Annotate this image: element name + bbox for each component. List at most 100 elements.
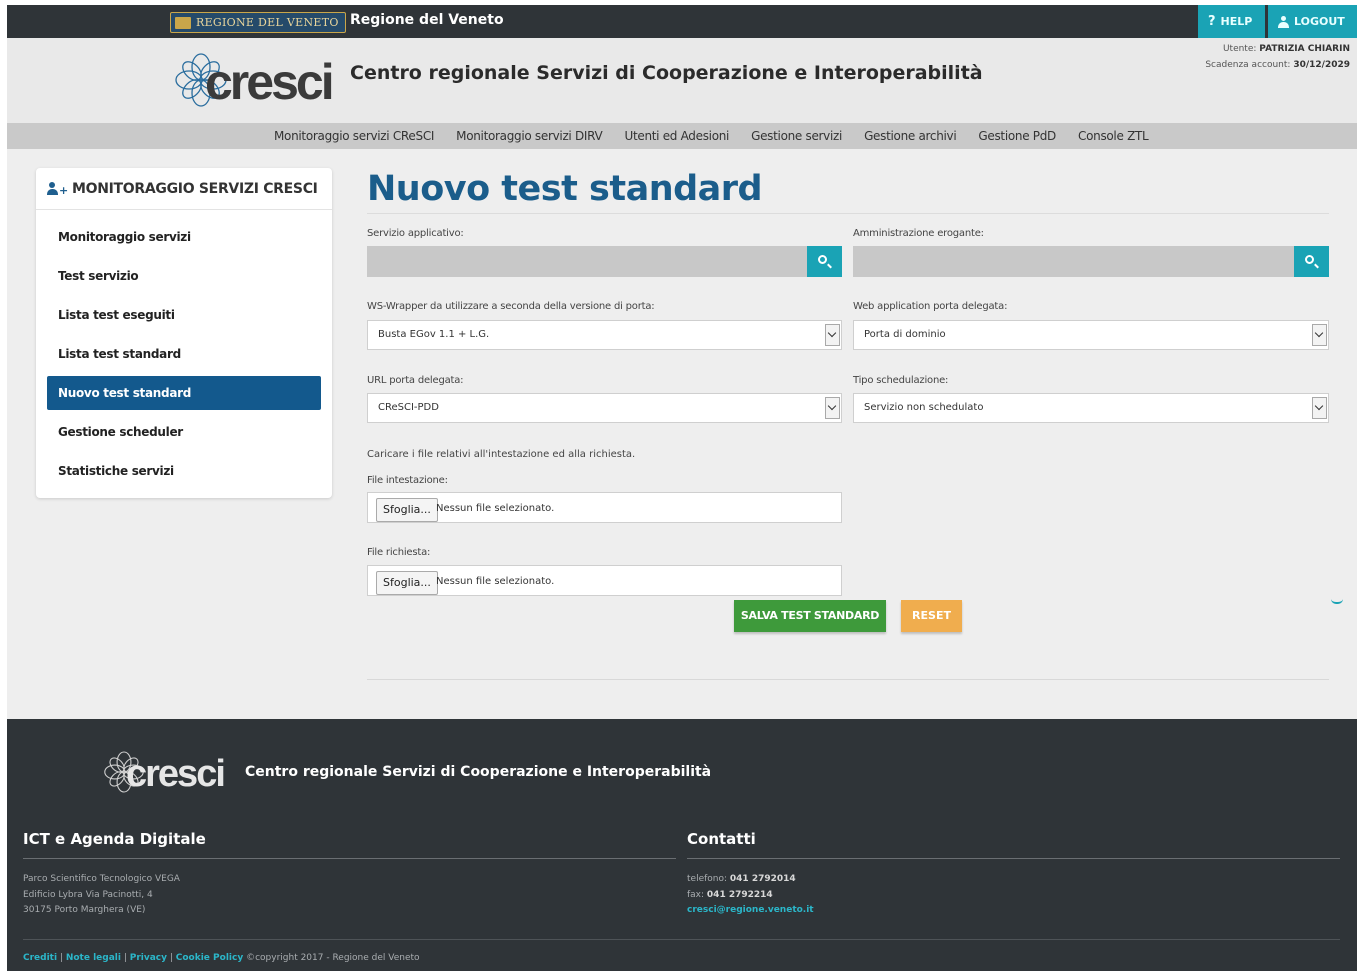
amministrazione-search-button[interactable] <box>1294 246 1329 277</box>
webapp-value: Porta di dominio <box>864 329 946 340</box>
phone-label: telefono: <box>687 874 728 884</box>
divider <box>23 939 1340 940</box>
footer-logo[interactable]: cresci <box>104 749 229 797</box>
logo-word: cresci <box>205 54 335 110</box>
nav-item-gestione-servizi[interactable]: Gestione servizi <box>751 123 842 149</box>
webapp-label: Web application porta delegata: <box>853 301 1008 312</box>
chevron-down-icon <box>1312 324 1327 346</box>
divider <box>687 858 1340 859</box>
url-value: CReSCI-PDD <box>378 402 439 413</box>
address: Parco Scientifico Tecnologico VEGA Edifi… <box>23 872 180 919</box>
fax-label: fax: <box>687 889 705 900</box>
scroll-indicator <box>1331 599 1343 604</box>
expiry-label: Scadenza account: <box>1205 60 1291 70</box>
webapp-select[interactable]: Porta di dominio <box>853 320 1329 350</box>
sidebar-item-statistiche-servizi[interactable]: Statistiche servizi <box>47 454 321 488</box>
help-label: HELP <box>1220 15 1253 28</box>
wrapper-label: WS-Wrapper da utilizzare a seconda della… <box>367 301 655 312</box>
top-bar: REGIONE DEL VENETO Regione del Veneto ? … <box>7 5 1357 38</box>
fax-number: 041 2792214 <box>706 889 773 900</box>
nav-item-utenti-adesioni[interactable]: Utenti ed Adesioni <box>624 123 729 149</box>
sidebar-header: + MONITORAGGIO SERVIZI CRESCI <box>36 168 332 210</box>
user-icon <box>1278 15 1289 28</box>
link-crediti[interactable]: Crediti <box>23 953 57 963</box>
file-richiesta-label: File richiesta: <box>367 547 431 558</box>
servizio-search-button[interactable] <box>807 246 842 277</box>
main-nav: Monitoraggio servizi CReSCI Monitoraggio… <box>7 123 1357 149</box>
nav-item-monitoraggio-dirv[interactable]: Monitoraggio servizi DIRV <box>456 123 603 149</box>
add-user-icon: + <box>47 181 68 196</box>
contacts: telefono: 041 2792014 fax: 041 2792214 c… <box>687 872 814 919</box>
link-cookie-policy[interactable]: Cookie Policy <box>176 953 243 963</box>
save-test-button[interactable]: SALVA TEST STANDARD <box>734 600 886 632</box>
no-file-text: Nessun file selezionato. <box>436 576 555 587</box>
sidebar-item-gestione-scheduler[interactable]: Gestione scheduler <box>47 415 321 449</box>
contacts-title: Contatti <box>687 830 756 848</box>
sidebar: + MONITORAGGIO SERVIZI CRESCI Monitoragg… <box>36 168 332 498</box>
wrapper-select[interactable]: Busta EGov 1.1 + L.G. <box>367 320 842 350</box>
sched-label: Tipo schedulazione: <box>853 375 949 386</box>
chevron-down-icon <box>825 397 840 419</box>
ict-title: ICT e Agenda Digitale <box>23 830 206 848</box>
logout-button[interactable]: LOGOUT <box>1268 5 1357 38</box>
address-line: 30175 Porto Marghera (VE) <box>23 905 146 915</box>
chevron-down-icon <box>1312 397 1327 419</box>
servizio-label: Servizio applicativo: <box>367 228 464 239</box>
phone-number: 041 2792014 <box>729 874 796 884</box>
search-icon <box>1305 255 1314 264</box>
page-title: Nuovo test standard <box>367 169 763 209</box>
nav-item-gestione-pdd[interactable]: Gestione PdD <box>978 123 1056 149</box>
sched-select[interactable]: Servizio non schedulato <box>853 393 1329 423</box>
footer-title: Centro regionale Servizi di Cooperazione… <box>245 764 712 780</box>
footer: cresci Centro regionale Servizi di Coope… <box>7 719 1357 971</box>
header-title: Centro regionale Servizi di Cooperazione… <box>350 62 983 84</box>
expiry-date: 30/12/2029 <box>1293 60 1350 70</box>
user-info: Utente: PATRIZIA CHIARIN Scadenza accoun… <box>1205 41 1350 73</box>
url-select[interactable]: CReSCI-PDD <box>367 393 842 423</box>
sched-value: Servizio non schedulato <box>864 402 984 413</box>
header: cresci Centro regionale Servizi di Coope… <box>7 38 1357 123</box>
cresci-logo[interactable]: cresci <box>175 51 335 111</box>
amministrazione-input[interactable] <box>853 246 1329 277</box>
link-note-legali[interactable]: Note legali <box>66 953 121 963</box>
nav-item-gestione-archivi[interactable]: Gestione archivi <box>864 123 957 149</box>
nav-item-console-ztl[interactable]: Console ZTL <box>1078 123 1149 149</box>
upload-instructions: Caricare i file relativi all'intestazion… <box>367 449 636 460</box>
nav-item-monitoraggio-cresci[interactable]: Monitoraggio servizi CReSCI <box>274 123 434 149</box>
url-label: URL porta delegata: <box>367 375 464 386</box>
sidebar-item-monitoraggio-servizi[interactable]: Monitoraggio servizi <box>47 220 321 254</box>
no-file-text: Nessun file selezionato. <box>436 503 555 514</box>
file-intestazione-input[interactable]: Sfoglia... Nessun file selezionato. <box>367 492 842 523</box>
crest-icon <box>175 16 191 29</box>
email-link[interactable]: cresci@regione.veneto.it <box>687 905 814 915</box>
divider <box>23 858 676 859</box>
divider <box>367 213 1329 214</box>
file-richiesta-input[interactable]: Sfoglia... Nessun file selezionato. <box>367 565 842 596</box>
servizio-input[interactable] <box>367 246 842 277</box>
reset-button[interactable]: RESET <box>901 600 962 632</box>
browse-button[interactable]: Sfoglia... <box>376 498 438 522</box>
browse-button[interactable]: Sfoglia... <box>376 571 438 595</box>
question-icon: ? <box>1208 14 1216 29</box>
page: REGIONE DEL VENETO Regione del Veneto ? … <box>7 5 1357 971</box>
wrapper-value: Busta EGov 1.1 + L.G. <box>378 329 490 340</box>
top-title: Regione del Veneto <box>350 12 504 28</box>
address-line: Edificio Lybra Via Pacinotti, 4 <box>23 889 153 900</box>
footer-logo-word: cresci <box>126 753 226 795</box>
copyright: ©copyright 2017 - Regione del Veneto <box>246 953 420 963</box>
sidebar-item-lista-test-standard[interactable]: Lista test standard <box>47 337 321 371</box>
search-icon <box>818 255 827 264</box>
chevron-down-icon <box>825 324 840 346</box>
sidebar-item-lista-test-eseguiti[interactable]: Lista test eseguiti <box>47 298 321 332</box>
divider <box>367 679 1329 680</box>
sidebar-title: MONITORAGGIO SERVIZI CRESCI <box>72 180 318 197</box>
sidebar-item-nuovo-test-standard[interactable]: Nuovo test standard <box>47 376 321 410</box>
badge-label: REGIONE DEL VENETO <box>196 16 339 29</box>
address-line: Parco Scientifico Tecnologico VEGA <box>23 874 180 884</box>
logout-label: LOGOUT <box>1294 15 1345 28</box>
sidebar-item-test-servizio[interactable]: Test servizio <box>47 259 321 293</box>
link-privacy[interactable]: Privacy <box>130 953 167 963</box>
user-name: PATRIZIA CHIARIN <box>1259 44 1350 54</box>
regione-veneto-badge[interactable]: REGIONE DEL VENETO <box>170 12 346 33</box>
help-button[interactable]: ? HELP <box>1198 5 1265 38</box>
